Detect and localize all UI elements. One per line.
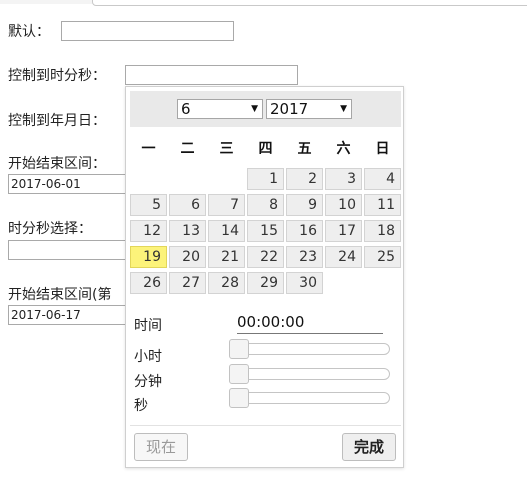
calendar-day[interactable]: 23: [286, 246, 323, 268]
chevron-down-icon: ▼: [251, 104, 258, 114]
hour-label: 小时: [134, 349, 162, 365]
calendar-day[interactable]: 30: [286, 272, 323, 294]
calendar-day[interactable]: 24: [325, 246, 362, 268]
second-slider-track[interactable]: [229, 392, 390, 404]
calendar-day[interactable]: 4: [364, 168, 401, 190]
time-label: 时分秒选择：: [8, 221, 92, 237]
calendar-day[interactable]: 26: [130, 272, 167, 294]
weekday-label: 三: [219, 141, 234, 157]
hour-slider-track[interactable]: [229, 343, 390, 355]
weekday-label: 二: [180, 141, 195, 157]
minute-slider-handle[interactable]: [229, 364, 249, 384]
weekday-label: 日: [375, 141, 390, 157]
hms-date-input[interactable]: [125, 65, 298, 85]
weekday-label: 五: [297, 141, 312, 157]
datepicker-header: 6 ▼ 2017 ▼: [130, 91, 401, 127]
datepicker-popup: 6 ▼ 2017 ▼ 一二三四五六日 1 2 3 4 5 6 7 8 9 10 11 12 13 14 15…: [125, 86, 404, 468]
calendar-day[interactable]: 2: [286, 168, 323, 190]
calendar-day[interactable]: 14: [208, 220, 245, 242]
second-slider-handle[interactable]: [229, 388, 249, 408]
calendar-day[interactable]: 28: [208, 272, 245, 294]
minute-label: 分钟: [134, 374, 162, 390]
calendar-day[interactable]: 1: [247, 168, 284, 190]
calendar-day[interactable]: 15: [247, 220, 284, 242]
calendar-day[interactable]: 18: [364, 220, 401, 242]
browser-top-edge: [0, 0, 527, 8]
calendar-day[interactable]: 7: [208, 194, 245, 216]
calendar-day[interactable]: 5: [130, 194, 167, 216]
calendar-day[interactable]: 6: [169, 194, 206, 216]
calendar-day[interactable]: 22: [247, 246, 284, 268]
month-select[interactable]: 6 ▼: [177, 99, 263, 119]
weekday-label: 四: [258, 141, 273, 157]
ymd-label: 控制到年月日：: [8, 113, 106, 129]
time-section-label: 时间: [134, 318, 162, 334]
default-label: 默认：: [8, 24, 50, 40]
hms-label: 控制到时分秒：: [8, 68, 106, 84]
chevron-down-icon: ▼: [340, 104, 347, 114]
weekday-label: 一: [141, 141, 156, 157]
footer-divider: [130, 425, 401, 426]
now-button[interactable]: 现在: [134, 433, 188, 461]
calendar-day[interactable]: 17: [325, 220, 362, 242]
minute-slider-track[interactable]: [229, 368, 390, 380]
calendar-day[interactable]: 10: [325, 194, 362, 216]
calendar-day[interactable]: 27: [169, 272, 206, 294]
calendar-day[interactable]: 21: [208, 246, 245, 268]
weekday-label: 六: [336, 141, 351, 157]
calendar-day[interactable]: 12: [130, 220, 167, 242]
time-value: 00:00:00: [237, 313, 383, 334]
calendar-day[interactable]: 16: [286, 220, 323, 242]
calendar-day[interactable]: 9: [286, 194, 323, 216]
calendar-day[interactable]: 20: [169, 246, 206, 268]
address-bar[interactable]: [92, 0, 527, 6]
calendar-day[interactable]: 25: [364, 246, 401, 268]
default-date-input[interactable]: [61, 21, 234, 41]
calendar-day[interactable]: 3: [325, 168, 362, 190]
range-label: 开始结束区间：: [8, 156, 106, 172]
year-select[interactable]: 2017 ▼: [266, 99, 352, 119]
range2-label: 开始结束区间(第: [8, 287, 112, 303]
calendar-day-selected[interactable]: 19: [130, 246, 167, 268]
done-button[interactable]: 完成: [342, 433, 396, 461]
calendar-day[interactable]: 29: [247, 272, 284, 294]
calendar-day[interactable]: 11: [364, 194, 401, 216]
second-label: 秒: [134, 398, 148, 414]
calendar-day[interactable]: 13: [169, 220, 206, 242]
hour-slider-handle[interactable]: [229, 339, 249, 359]
year-value: 2017: [270, 100, 309, 118]
calendar-day[interactable]: 8: [247, 194, 284, 216]
month-value: 6: [181, 100, 191, 118]
